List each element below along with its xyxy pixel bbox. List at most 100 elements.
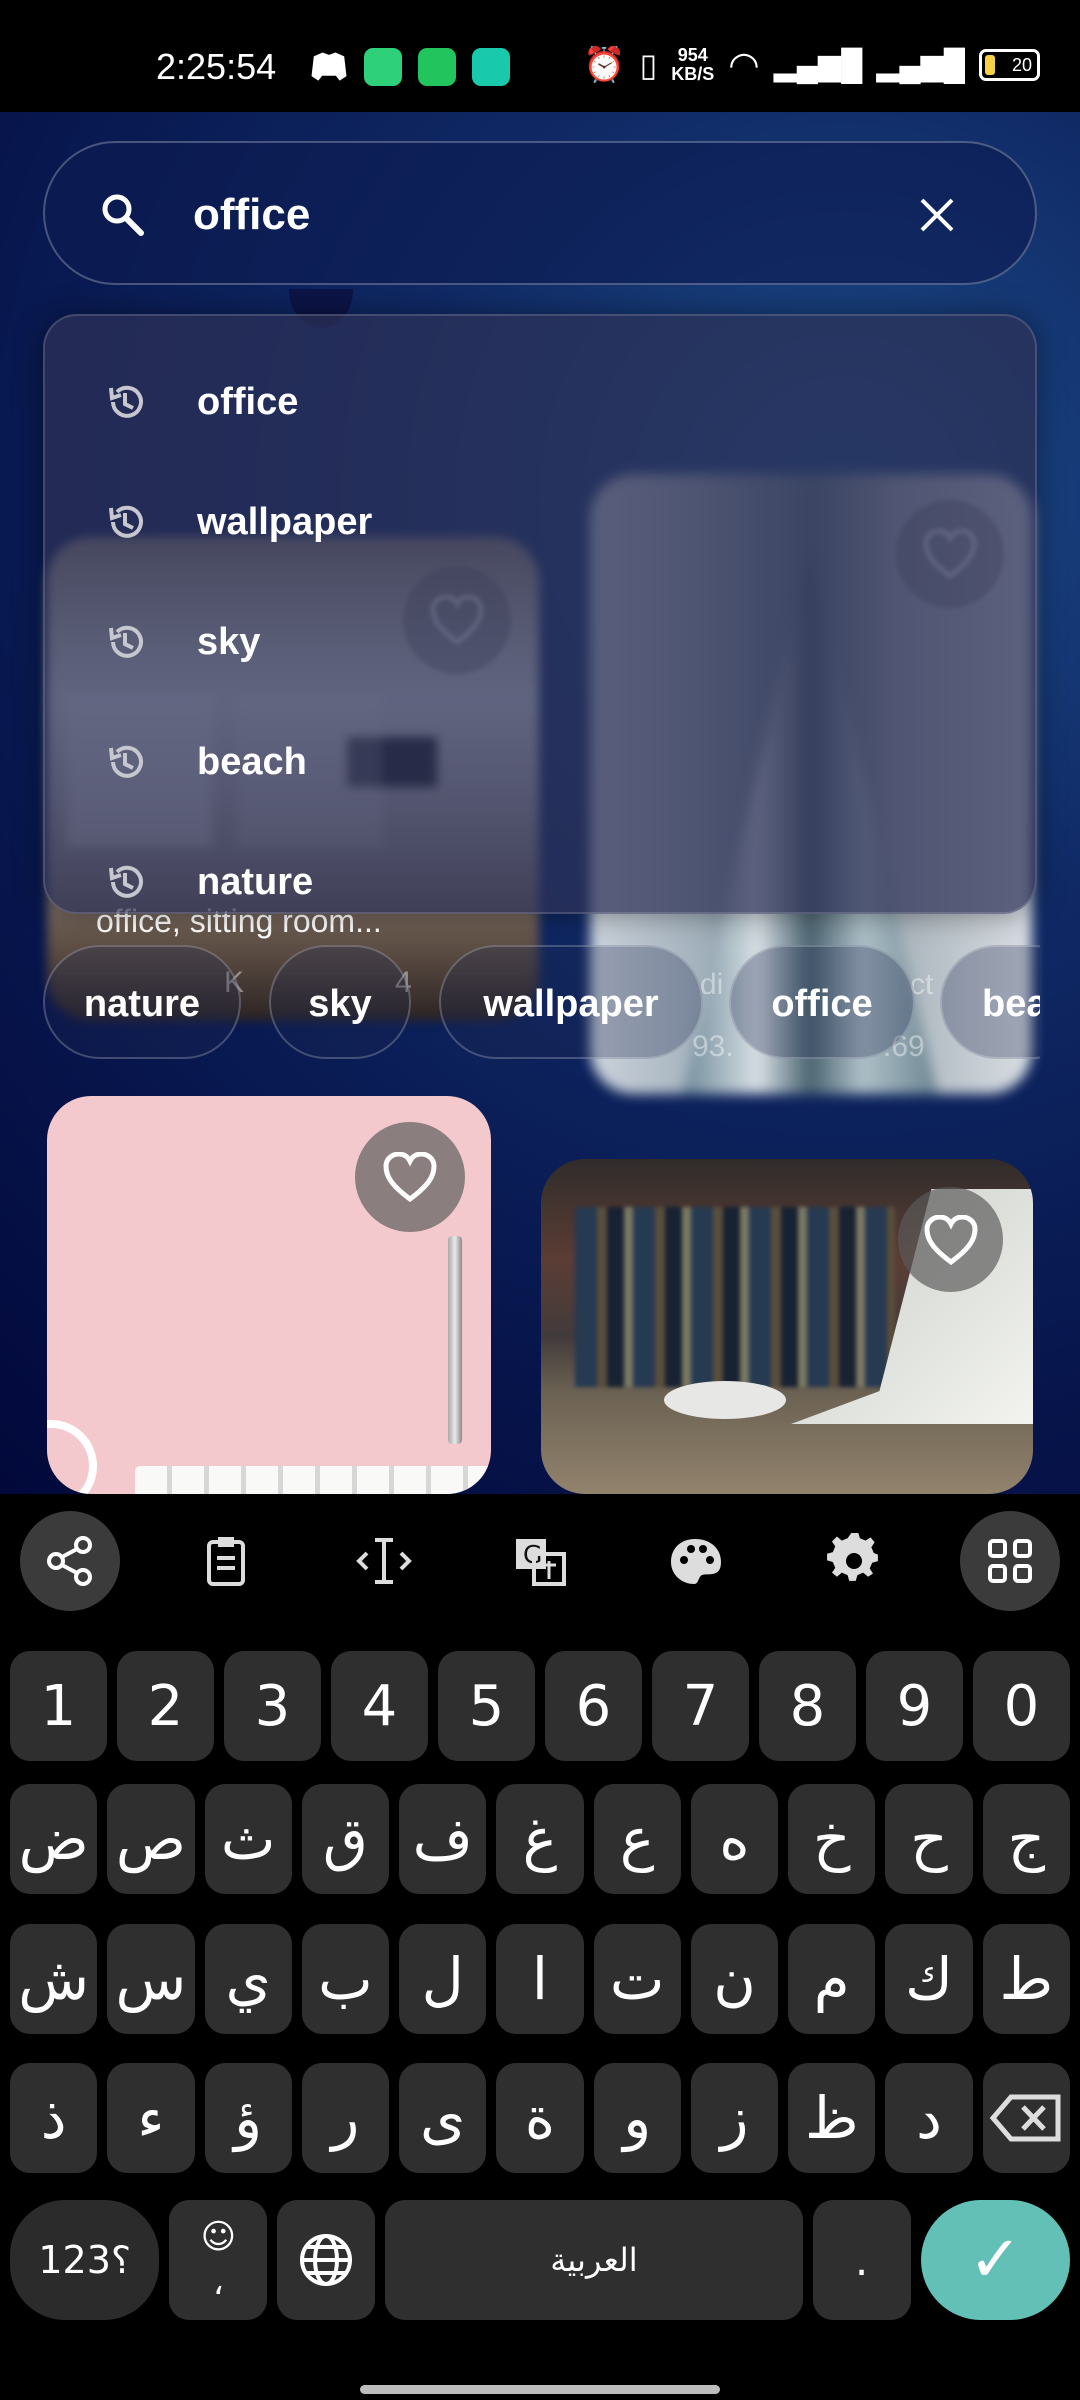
key-3[interactable]: 3 bbox=[224, 1651, 321, 1761]
key-0[interactable]: 0 bbox=[973, 1651, 1070, 1761]
space-key[interactable]: العربية bbox=[385, 2200, 803, 2320]
key-9[interactable]: 9 bbox=[866, 1651, 963, 1761]
history-label: office bbox=[197, 380, 299, 423]
palette-icon bbox=[671, 1539, 721, 1584]
settings-button[interactable] bbox=[804, 1511, 904, 1611]
search-input[interactable] bbox=[191, 185, 895, 245]
heart-icon bbox=[383, 1152, 437, 1202]
key-waw[interactable]: و bbox=[593, 2063, 681, 2173]
chip-sky[interactable]: sky bbox=[269, 945, 411, 1059]
grid-icon bbox=[988, 1539, 1032, 1583]
heart-icon bbox=[923, 1214, 978, 1265]
key-shin[interactable]: ش bbox=[10, 1924, 98, 2034]
message-app-icon bbox=[418, 48, 456, 86]
history-item-nature[interactable]: nature bbox=[45, 822, 1035, 942]
key-ta-marbuta[interactable]: ة bbox=[496, 2063, 584, 2173]
mouse-image bbox=[664, 1381, 786, 1419]
key-ra[interactable]: ر bbox=[301, 2063, 390, 2173]
clipboard-icon bbox=[207, 1537, 245, 1586]
key-thal[interactable]: ذ bbox=[10, 2063, 98, 2173]
history-item-office[interactable]: office bbox=[45, 342, 1035, 462]
key-jim[interactable]: ج bbox=[982, 1784, 1070, 1894]
chip-nature[interactable]: nature bbox=[43, 945, 241, 1059]
key-alif-maqsura[interactable]: ى bbox=[399, 2063, 487, 2173]
discord-icon bbox=[311, 52, 347, 81]
keyboard-bottom-row: ؟123 ☺ ، العربية . ✓ bbox=[10, 2200, 1070, 2320]
key-1[interactable]: 1 bbox=[10, 1651, 107, 1761]
key-zain[interactable]: ز bbox=[690, 2063, 779, 2173]
chip-beach[interactable]: bea bbox=[940, 945, 1040, 1059]
arabic-keyboard: G 1 2 3 4 5 6 7 8 9 0 ض ص ث ق ف غ ع ه خ … bbox=[0, 1495, 1080, 2400]
favorite-button[interactable] bbox=[898, 1187, 1003, 1292]
status-bar: 2:25:54 ⏰ ▯ 954 KB/S ◠ ▂▄▆█ ▂▄▆█ 20 bbox=[0, 0, 1080, 112]
green-app-icon bbox=[364, 48, 402, 86]
chip-office[interactable]: office bbox=[729, 945, 915, 1059]
alarm-icon: ⏰ bbox=[583, 46, 626, 84]
network-speed: 954 KB/S bbox=[671, 45, 715, 84]
key-lam[interactable]: ل bbox=[399, 1924, 487, 2034]
arabic-row-3: ذ ء ؤ ر ى ة و ز ظ د bbox=[10, 2063, 1070, 2177]
search-icon bbox=[102, 194, 144, 236]
symbols-key[interactable]: ؟123 bbox=[10, 2200, 160, 2320]
favorite-button[interactable] bbox=[355, 1122, 465, 1232]
key-ain[interactable]: ع bbox=[593, 1784, 681, 1894]
language-key[interactable] bbox=[277, 2200, 376, 2320]
more-tools-button[interactable] bbox=[960, 1511, 1060, 1611]
key-sin[interactable]: س bbox=[107, 1924, 195, 2034]
key-mim[interactable]: م bbox=[788, 1924, 876, 2034]
key-nun[interactable]: ن bbox=[690, 1924, 779, 2034]
chip-wallpaper[interactable]: wallpaper bbox=[439, 945, 703, 1059]
pen-image bbox=[448, 1236, 462, 1444]
key-2[interactable]: 2 bbox=[117, 1651, 214, 1761]
emoji-comma-key[interactable]: ☺ ، bbox=[169, 2200, 268, 2320]
text-editing-button[interactable] bbox=[334, 1511, 434, 1611]
key-hah[interactable]: ح bbox=[885, 1784, 973, 1894]
key-kha[interactable]: خ bbox=[788, 1784, 876, 1894]
key-ya[interactable]: ي bbox=[204, 1924, 292, 2034]
history-item-sky[interactable]: sky bbox=[45, 582, 1035, 702]
translate-button[interactable]: G bbox=[490, 1511, 590, 1611]
enter-key[interactable]: ✓ bbox=[920, 2200, 1070, 2320]
wifi-icon: ◠ bbox=[728, 44, 760, 85]
history-item-beach[interactable]: beach bbox=[45, 702, 1035, 822]
history-item-wallpaper[interactable]: wallpaper bbox=[45, 462, 1035, 582]
period-key[interactable]: . bbox=[812, 2200, 911, 2320]
key-tah[interactable]: ط bbox=[982, 1924, 1070, 2034]
books-image bbox=[575, 1207, 895, 1387]
key-za[interactable]: ظ bbox=[788, 2063, 876, 2173]
key-ghain[interactable]: غ bbox=[496, 1784, 584, 1894]
search-bar[interactable] bbox=[43, 141, 1037, 285]
key-7[interactable]: 7 bbox=[652, 1651, 749, 1761]
clipboard-button[interactable] bbox=[176, 1511, 276, 1611]
key-qaf[interactable]: ق bbox=[301, 1784, 390, 1894]
keyboard-toolbar: G bbox=[0, 1495, 1080, 1625]
key-kaf[interactable]: ك bbox=[885, 1924, 973, 2034]
history-label: beach bbox=[197, 740, 307, 783]
key-dad[interactable]: ض bbox=[10, 1784, 98, 1894]
key-ta[interactable]: ت bbox=[593, 1924, 681, 2034]
key-4[interactable]: 4 bbox=[331, 1651, 428, 1761]
keyboard-image bbox=[135, 1466, 491, 1494]
key-dal[interactable]: د bbox=[885, 2063, 973, 2173]
key-waw-hamza[interactable]: ؤ bbox=[204, 2063, 292, 2173]
key-5[interactable]: 5 bbox=[438, 1651, 535, 1761]
key-tha[interactable]: ث bbox=[204, 1784, 292, 1894]
key-6[interactable]: 6 bbox=[545, 1651, 642, 1761]
backspace-key[interactable] bbox=[982, 2063, 1070, 2173]
history-icon bbox=[109, 745, 143, 778]
share-button[interactable] bbox=[20, 1511, 120, 1611]
key-ba[interactable]: ب bbox=[301, 1924, 390, 2034]
home-indicator[interactable] bbox=[360, 2385, 720, 2394]
key-sad[interactable]: ص bbox=[107, 1784, 195, 1894]
notification-icons bbox=[310, 48, 510, 86]
theme-button[interactable] bbox=[646, 1511, 746, 1611]
key-hamza[interactable]: ء bbox=[107, 2063, 195, 2173]
key-8[interactable]: 8 bbox=[759, 1651, 856, 1761]
key-alif[interactable]: ا bbox=[496, 1924, 584, 2034]
cable-image bbox=[47, 1420, 97, 1494]
clear-icon[interactable] bbox=[917, 195, 957, 235]
check-icon: ✓ bbox=[968, 2223, 1023, 2297]
history-icon bbox=[109, 505, 143, 538]
key-fa[interactable]: ف bbox=[399, 1784, 487, 1894]
key-ha[interactable]: ه bbox=[690, 1784, 779, 1894]
